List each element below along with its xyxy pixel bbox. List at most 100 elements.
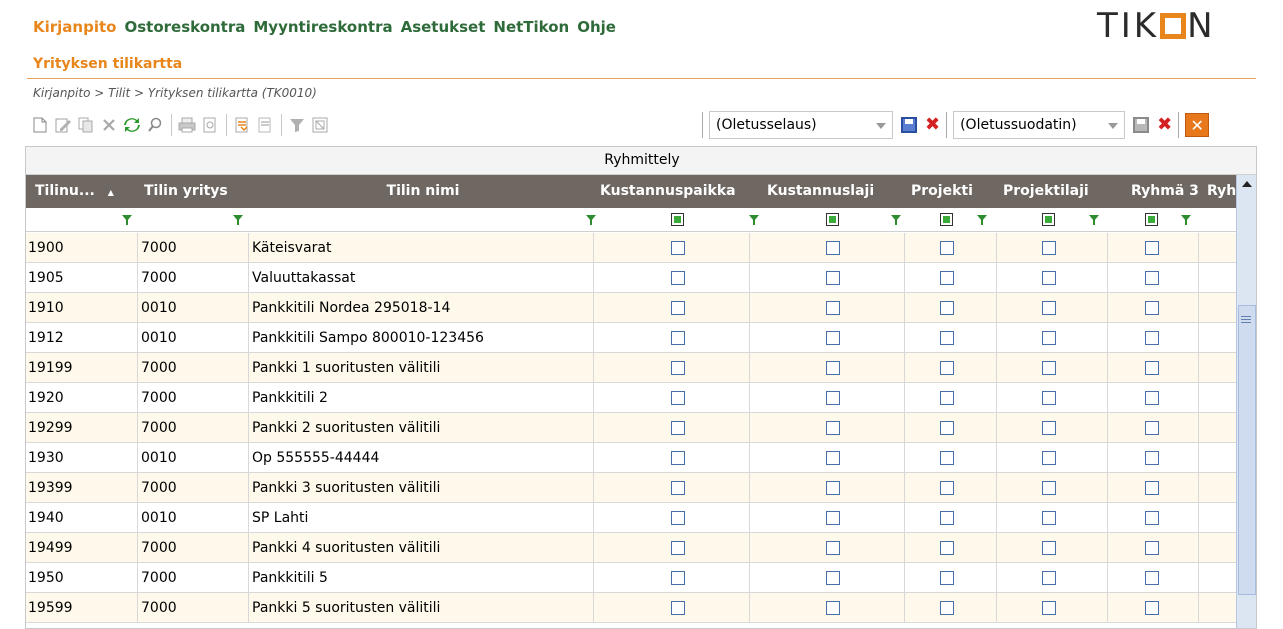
filter-icon[interactable] bbox=[122, 215, 132, 225]
export-icon[interactable] bbox=[255, 115, 275, 135]
checkbox-projekti[interactable] bbox=[940, 361, 954, 375]
col-header-nimi[interactable]: Tilin nimi bbox=[253, 175, 593, 208]
col-header-kustannuspaikka[interactable]: Kustannuspaikka bbox=[600, 175, 760, 208]
checkbox-projektilaji[interactable] bbox=[1042, 481, 1056, 495]
edit-icon[interactable] bbox=[53, 115, 73, 135]
checkbox-projektilaji[interactable] bbox=[1042, 451, 1056, 465]
filter-icon[interactable] bbox=[891, 215, 901, 225]
print-icon[interactable] bbox=[177, 115, 197, 135]
table-row[interactable]: 1920 7000 Pankkitili 2 bbox=[26, 383, 1236, 413]
checkbox-kustannuspaikka[interactable] bbox=[671, 451, 685, 465]
checkbox-kustannuspaikka[interactable] bbox=[671, 421, 685, 435]
checkbox-projekti[interactable] bbox=[940, 301, 954, 315]
filter-checkbox[interactable] bbox=[1042, 213, 1055, 226]
filter-icon[interactable] bbox=[977, 215, 987, 225]
filter-icon[interactable] bbox=[749, 215, 759, 225]
nav-kirjanpito[interactable]: Kirjanpito bbox=[33, 18, 116, 40]
checkbox-ryhma3[interactable] bbox=[1145, 571, 1159, 585]
search-icon[interactable] bbox=[145, 115, 165, 135]
save-view-icon[interactable] bbox=[901, 117, 917, 133]
vertical-scrollbar[interactable] bbox=[1236, 175, 1256, 628]
close-icon[interactable]: ✕ bbox=[1185, 113, 1210, 137]
table-row[interactable]: 1950 7000 Pankkitili 5 bbox=[26, 563, 1236, 593]
nav-myyntireskontra[interactable]: Myyntireskontra bbox=[253, 18, 392, 40]
checkbox-kustannuslaji[interactable] bbox=[826, 451, 840, 465]
scrollbar-thumb[interactable] bbox=[1238, 305, 1256, 595]
table-row[interactable]: 1905 7000 Valuuttakassat bbox=[26, 263, 1236, 293]
col-header-yritys[interactable]: Tilin yritys bbox=[144, 175, 254, 208]
nav-ohje[interactable]: Ohje bbox=[577, 18, 616, 40]
delete-filter-icon[interactable]: ✖ bbox=[1157, 116, 1172, 134]
checkbox-ryhma3[interactable] bbox=[1145, 361, 1159, 375]
import-icon[interactable] bbox=[232, 115, 252, 135]
checkbox-kustannuslaji[interactable] bbox=[826, 601, 840, 615]
checkbox-kustannuspaikka[interactable] bbox=[671, 361, 685, 375]
copy-icon[interactable] bbox=[76, 115, 96, 135]
checkbox-projekti[interactable] bbox=[940, 391, 954, 405]
col-header-projekti[interactable]: Projekti bbox=[911, 175, 1001, 208]
checkbox-projekti[interactable] bbox=[940, 451, 954, 465]
checkbox-projektilaji[interactable] bbox=[1042, 511, 1056, 525]
filter-checkbox[interactable] bbox=[940, 213, 953, 226]
col-header-kustannuslaji[interactable]: Kustannuslaji bbox=[767, 175, 913, 208]
filter-select[interactable]: (Oletussuodatin) bbox=[953, 111, 1126, 139]
delete-icon[interactable] bbox=[99, 115, 119, 135]
filter-icon[interactable] bbox=[586, 215, 596, 225]
table-row[interactable]: 1910 0010 Pankkitili Nordea 295018-14 bbox=[26, 293, 1236, 323]
checkbox-projektilaji[interactable] bbox=[1042, 601, 1056, 615]
checkbox-projektilaji[interactable] bbox=[1042, 391, 1056, 405]
checkbox-kustannuslaji[interactable] bbox=[826, 391, 840, 405]
checkbox-ryhma3[interactable] bbox=[1145, 541, 1159, 555]
checkbox-kustannuslaji[interactable] bbox=[826, 511, 840, 525]
checkbox-projekti[interactable] bbox=[940, 511, 954, 525]
checkbox-projektilaji[interactable] bbox=[1042, 331, 1056, 345]
checkbox-ryhma3[interactable] bbox=[1145, 241, 1159, 255]
checkbox-kustannuspaikka[interactable] bbox=[671, 301, 685, 315]
checkbox-projektilaji[interactable] bbox=[1042, 271, 1056, 285]
checkbox-ryhma3[interactable] bbox=[1145, 421, 1159, 435]
checkbox-kustannuspaikka[interactable] bbox=[671, 271, 685, 285]
checkbox-ryhma3[interactable] bbox=[1145, 301, 1159, 315]
filter-icon[interactable] bbox=[1089, 215, 1099, 225]
checkbox-kustannuslaji[interactable] bbox=[826, 301, 840, 315]
col-header-tilinumero[interactable]: Tilinu... ▲ bbox=[35, 175, 135, 208]
filter-icon[interactable] bbox=[287, 115, 307, 135]
group-by-bar[interactable]: Ryhmittely bbox=[26, 147, 1256, 175]
checkbox-projekti[interactable] bbox=[940, 571, 954, 585]
checkbox-ryhma3[interactable] bbox=[1145, 451, 1159, 465]
print-preview-icon[interactable] bbox=[200, 115, 220, 135]
checkbox-projekti[interactable] bbox=[940, 481, 954, 495]
view-select[interactable]: (Oletusselaus) bbox=[709, 111, 893, 139]
checkbox-projektilaji[interactable] bbox=[1042, 361, 1056, 375]
table-row[interactable]: 1930 0010 Op 555555-44444 bbox=[26, 443, 1236, 473]
nav-nettikon[interactable]: NetTikon bbox=[493, 18, 569, 40]
col-header-projektilaji[interactable]: Projektilaji bbox=[1003, 175, 1123, 208]
checkbox-kustannuspaikka[interactable] bbox=[671, 541, 685, 555]
checkbox-kustannuslaji[interactable] bbox=[826, 541, 840, 555]
checkbox-kustannuspaikka[interactable] bbox=[671, 601, 685, 615]
save-filter-icon[interactable] bbox=[1133, 117, 1150, 133]
checkbox-kustannuslaji[interactable] bbox=[826, 421, 840, 435]
delete-view-icon[interactable]: ✖ bbox=[925, 116, 940, 134]
checkbox-projekti[interactable] bbox=[940, 271, 954, 285]
checkbox-projektilaji[interactable] bbox=[1042, 301, 1056, 315]
checkbox-projekti[interactable] bbox=[940, 601, 954, 615]
nav-ostoreskontra[interactable]: Ostoreskontra bbox=[124, 18, 245, 40]
filter-checkbox[interactable] bbox=[826, 213, 839, 226]
table-row[interactable]: 1940 0010 SP Lahti bbox=[26, 503, 1236, 533]
checkbox-ryhma3[interactable] bbox=[1145, 511, 1159, 525]
checkbox-projekti[interactable] bbox=[940, 541, 954, 555]
scroll-up-icon[interactable] bbox=[1242, 181, 1252, 187]
checkbox-projekti[interactable] bbox=[940, 331, 954, 345]
checkbox-kustannuspaikka[interactable] bbox=[671, 571, 685, 585]
checkbox-ryhma3[interactable] bbox=[1145, 391, 1159, 405]
table-row[interactable]: 19299 7000 Pankki 2 suoritusten välitili bbox=[26, 413, 1236, 443]
checkbox-kustannuslaji[interactable] bbox=[826, 571, 840, 585]
table-row[interactable]: 19599 7000 Pankki 5 suoritusten välitili bbox=[26, 593, 1236, 623]
checkbox-ryhma3[interactable] bbox=[1145, 271, 1159, 285]
checkbox-projekti[interactable] bbox=[940, 421, 954, 435]
checkbox-kustannuspaikka[interactable] bbox=[671, 241, 685, 255]
checkbox-kustannuslaji[interactable] bbox=[826, 481, 840, 495]
checkbox-ryhma3[interactable] bbox=[1145, 601, 1159, 615]
new-document-icon[interactable] bbox=[30, 115, 50, 135]
